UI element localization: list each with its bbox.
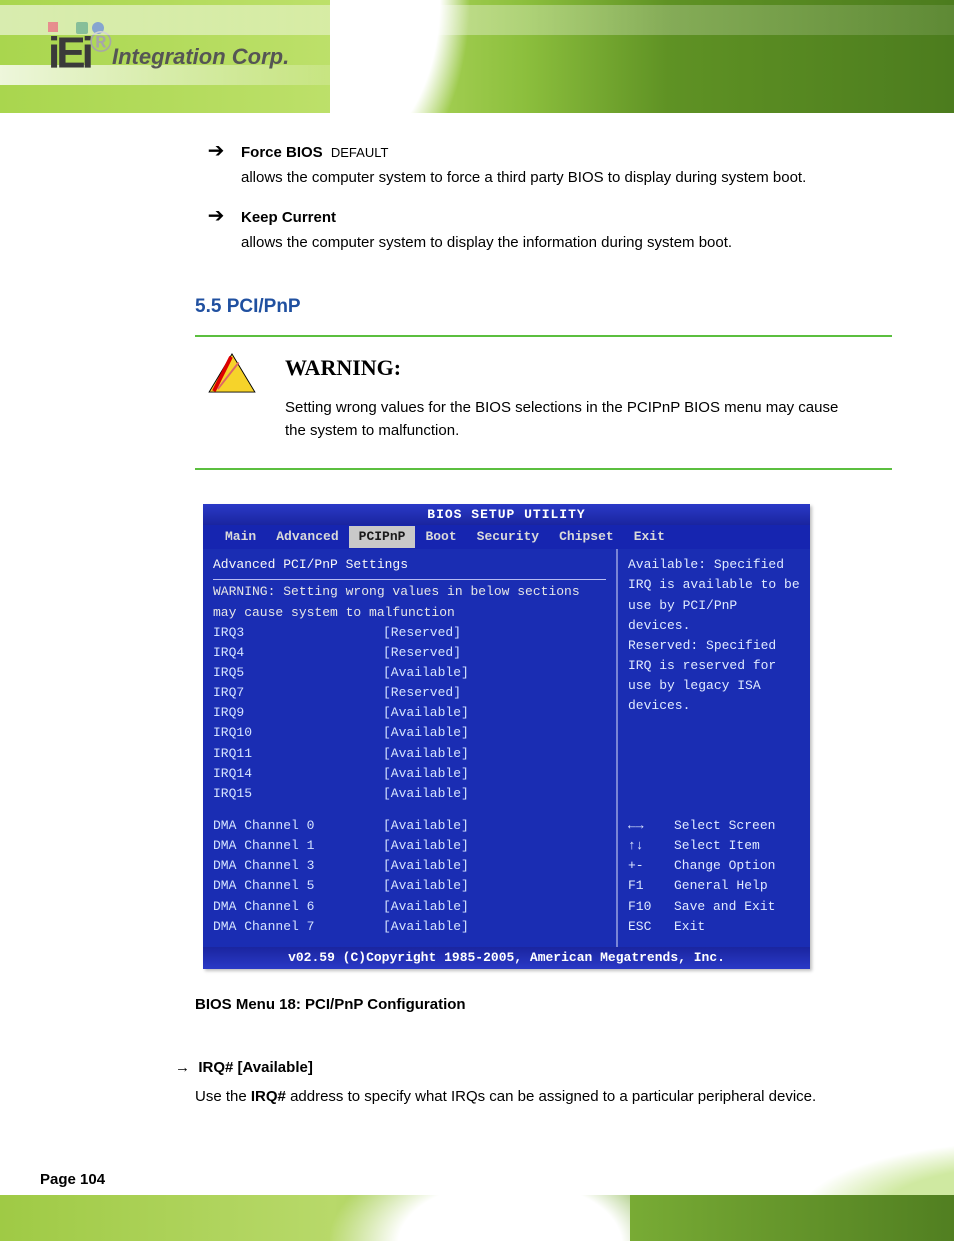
bios-irq-row: IRQ7[Reserved]	[213, 683, 606, 703]
bios-irq-row: IRQ15[Available]	[213, 784, 606, 804]
bios-dma-row: DMA Channel 0[Available]	[213, 816, 606, 836]
arrow-right-icon: ➔	[207, 141, 225, 190]
section-heading-pcipnp: 5.5 PCI/PnP	[195, 292, 892, 321]
irq-subsection-desc: Use the IRQ# address to specify what IRQ…	[195, 1085, 892, 1108]
arrow-right-icon: ➔	[207, 206, 225, 255]
bios-irq-row: IRQ10[Available]	[213, 723, 606, 743]
bullet-text: allows the computer system to display th…	[241, 231, 892, 254]
warning-text: Setting wrong values for the BIOS select…	[285, 396, 840, 443]
bios-tab-exit: Exit	[624, 526, 675, 548]
bios-right-pane: Available: Specified IRQ is available to…	[618, 549, 810, 947]
bullet-label: Keep Current	[241, 209, 336, 226]
bios-tab-main: Main	[215, 526, 266, 548]
bios-help-text: Available: Specified IRQ is available to…	[628, 555, 802, 716]
bios-dma-row: DMA Channel 7[Available]	[213, 917, 606, 937]
bios-irq-row: IRQ9[Available]	[213, 703, 606, 723]
bullet-text: allows the computer system to force a th…	[241, 166, 892, 189]
warning-title: WARNING:	[285, 351, 840, 385]
company-logo: iEi® Integration Corp.	[48, 20, 289, 72]
figure-caption: BIOS Menu 18: PCI/PnP Configuration	[195, 993, 892, 1016]
bios-irq-row: IRQ5[Available]	[213, 663, 606, 683]
arrow-right-icon: →	[175, 1059, 190, 1076]
bios-warning-line: may cause system to malfunction	[213, 603, 606, 623]
bios-irq-row: IRQ11[Available]	[213, 744, 606, 764]
bios-tab-bar: Main Advanced PCIPnP Boot Security Chips…	[203, 525, 810, 549]
bios-tab-advanced: Advanced	[266, 526, 348, 548]
bios-section-title: Advanced PCI/PnP Settings	[213, 555, 606, 575]
page-header-banner: iEi® Integration Corp.	[0, 0, 954, 113]
bios-dma-row: DMA Channel 5[Available]	[213, 876, 606, 896]
irq-subsection-title: IRQ# [Available]	[198, 1059, 312, 1076]
bios-tab-chipset: Chipset	[549, 526, 624, 548]
footer-band	[0, 1195, 954, 1241]
page-footer-banner: Page 104	[0, 1141, 954, 1241]
bios-tab-boot: Boot	[415, 526, 466, 548]
bios-screenshot: BIOS SETUP UTILITY Main Advanced PCIPnP …	[203, 504, 810, 969]
divider	[195, 468, 892, 470]
logo-company-name: Integration Corp.	[112, 44, 289, 70]
bios-footer: v02.59 (C)Copyright 1985-2005, American …	[203, 947, 810, 969]
warning-icon	[207, 353, 257, 393]
bios-tab-pcipnp: PCIPnP	[349, 526, 416, 548]
bios-dma-row: DMA Channel 3[Available]	[213, 856, 606, 876]
warning-box: WARNING: Setting wrong values for the BI…	[195, 337, 892, 468]
bios-tab-security: Security	[467, 526, 549, 548]
bullet-force-bios: ➔ Force BIOS DEFAULT allows the computer…	[207, 141, 892, 190]
bios-warning-line: WARNING: Setting wrong values in below s…	[213, 582, 606, 602]
page-number: Page 104	[40, 1171, 105, 1188]
bios-irq-row: IRQ3[Reserved]	[213, 623, 606, 643]
irq-subsection-head: → IRQ# [Available]	[175, 1056, 892, 1079]
bios-dma-row: DMA Channel 1[Available]	[213, 836, 606, 856]
bullet-label: Force BIOS	[241, 144, 323, 161]
bios-key-legend: ←→Select Screen ↑↓Select Item +-Change O…	[628, 808, 802, 937]
bios-title: BIOS SETUP UTILITY	[203, 504, 810, 525]
bios-irq-row: IRQ4[Reserved]	[213, 643, 606, 663]
bullet-keep-current: ➔ Keep Current allows the computer syste…	[207, 206, 892, 255]
bios-left-pane: Advanced PCI/PnP Settings WARNING: Setti…	[203, 549, 618, 947]
logo-mark: iEi®	[48, 20, 106, 72]
bios-irq-row: IRQ14[Available]	[213, 764, 606, 784]
bullet-default-tag: DEFAULT	[331, 145, 389, 160]
bios-dma-row: DMA Channel 6[Available]	[213, 897, 606, 917]
